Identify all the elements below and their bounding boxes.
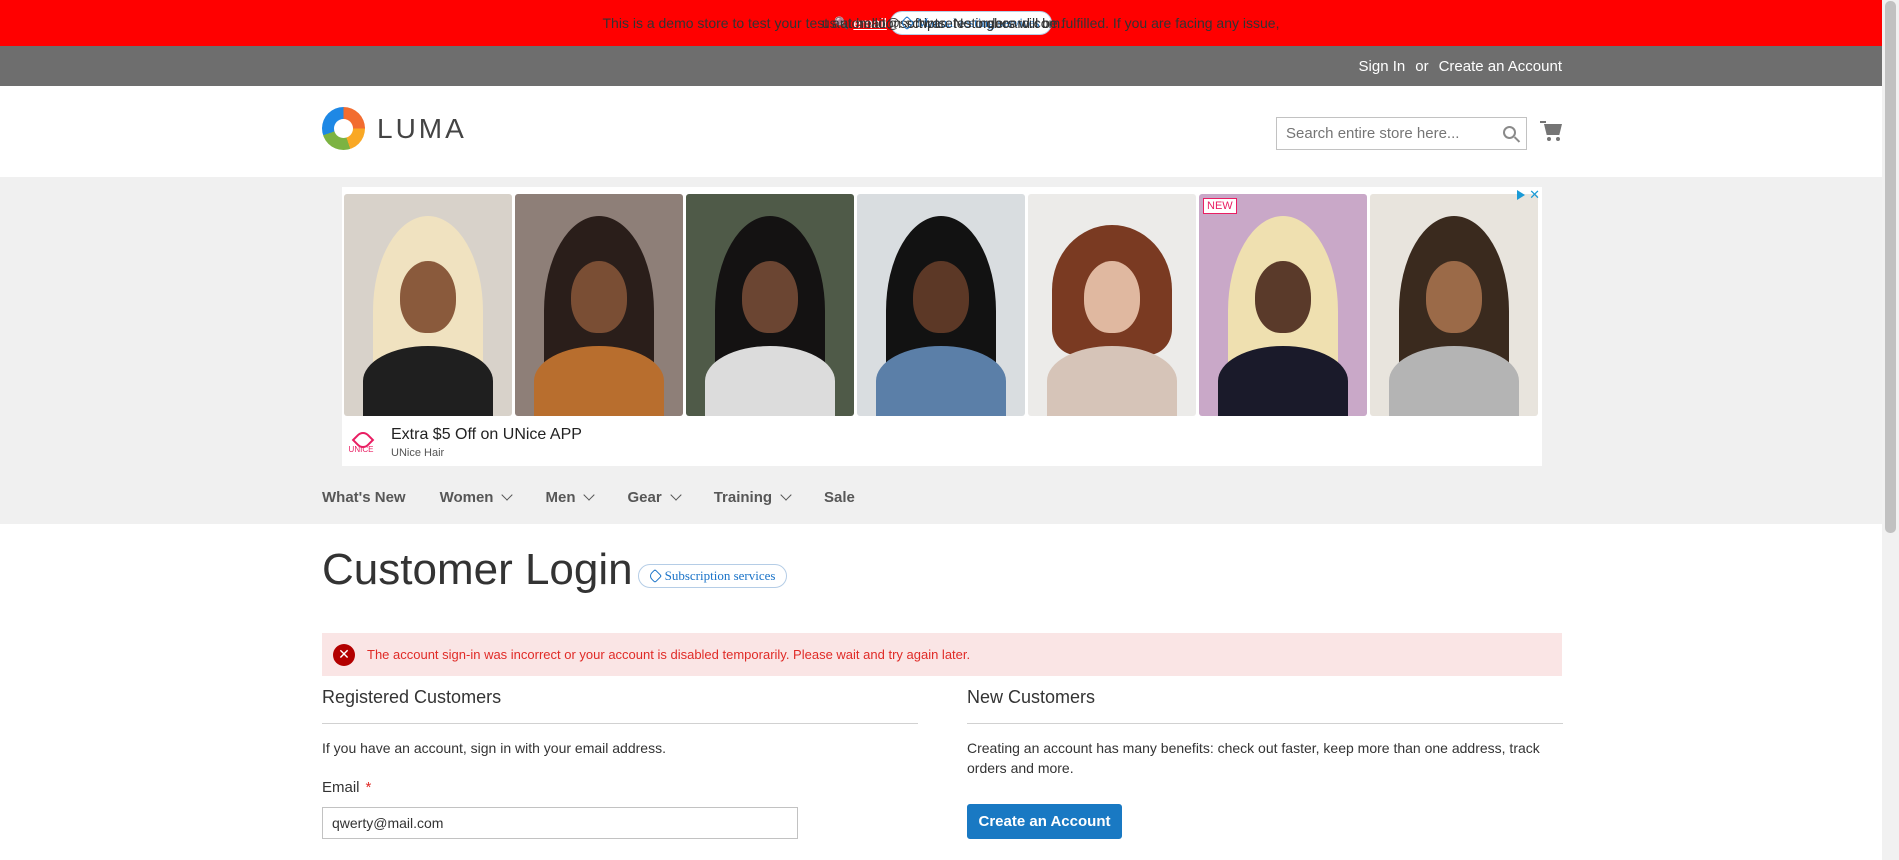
create-account-link[interactable]: Create an Account — [1439, 58, 1562, 75]
advertisement-banner[interactable]: NEW ✕ UNICE Extra $5 Off on UNice APP UN… — [342, 187, 1542, 466]
subscription-services-label: Subscription services — [664, 568, 776, 583]
main-navigation: What's New Women Men Gear Training Sale — [322, 484, 889, 510]
error-message-text: The account sign-in was incorrect or you… — [367, 647, 971, 662]
chevron-down-icon — [780, 489, 792, 501]
luma-logo[interactable]: LUMA — [322, 107, 467, 150]
nav-item-label: Sale — [824, 488, 855, 506]
nav-item-gear[interactable]: Gear — [627, 488, 682, 506]
nav-item-whats-new[interactable]: What's New — [322, 489, 406, 506]
ad-image-5[interactable] — [1028, 194, 1196, 416]
ad-image-3[interactable] — [686, 194, 854, 416]
search-icon[interactable] — [1503, 126, 1516, 139]
header-or-text: or — [1415, 57, 1429, 75]
ad-advertiser: UNice Hair — [391, 447, 445, 459]
required-asterisk: * — [365, 779, 372, 796]
ad-image-strip: NEW — [344, 194, 1538, 416]
divider — [967, 723, 1563, 724]
navigation-area: NEW ✕ UNICE Extra $5 Off on UNice APP UN… — [0, 177, 1882, 524]
header-links: Sign In or Create an Account — [1359, 46, 1562, 86]
unice-logo: UNICE — [348, 430, 374, 456]
luma-logo-icon — [322, 107, 365, 150]
ad-close-icon[interactable]: ✕ — [1529, 187, 1540, 203]
nav-item-women[interactable]: Women — [439, 488, 514, 506]
tag-icon — [647, 568, 662, 584]
divider — [322, 723, 918, 724]
new-customers-text: Creating an account has many benefits: c… — [967, 740, 1540, 776]
demo-notice-email: us at hello@softwaretestingboard.com. — [821, 15, 1065, 31]
nav-item-label: Gear — [627, 488, 662, 506]
chevron-down-icon — [583, 489, 596, 501]
luma-logo-text: LUMA — [377, 112, 467, 144]
shopping-cart-icon[interactable] — [1540, 119, 1564, 143]
error-message: ✕ The account sign-in was incorrect or y… — [322, 633, 1562, 676]
ad-image-6[interactable]: NEW — [1199, 194, 1367, 416]
registered-customers-title: Registered Customers — [322, 687, 502, 707]
ad-choices[interactable]: ✕ — [1517, 187, 1540, 203]
nav-item-label: Women — [439, 488, 494, 506]
nav-item-sale[interactable]: Sale — [824, 489, 855, 506]
search-box — [1276, 117, 1527, 150]
chevron-down-icon — [501, 489, 514, 501]
chevron-down-icon — [670, 489, 682, 501]
nav-item-label: Training — [713, 488, 773, 506]
subscription-services-pill[interactable]: Subscription services — [637, 564, 788, 588]
ad-image-2[interactable] — [515, 194, 683, 416]
page-scrollbar[interactable] — [1882, 0, 1899, 860]
error-icon: ✕ — [333, 643, 355, 666]
nav-item-label: What's New — [322, 488, 406, 506]
top-header-bar: Sign In or Create an Account — [0, 46, 1882, 86]
ad-headline[interactable]: Extra $5 Off on UNice APP — [391, 426, 582, 444]
page-title: Customer Login — [322, 545, 633, 594]
demo-notice-banner: This is a demo store to test your test a… — [0, 0, 1882, 46]
new-badge: NEW — [1203, 198, 1237, 214]
search-input[interactable] — [1277, 118, 1487, 149]
nav-item-training[interactable]: Training — [713, 488, 792, 506]
email-field[interactable] — [322, 807, 798, 839]
sign-in-link[interactable]: Sign In — [1359, 58, 1406, 75]
email-label: Email * — [322, 779, 371, 796]
new-customers-title: New Customers — [967, 687, 1096, 707]
nav-item-label: Men — [545, 488, 576, 506]
scrollbar-thumb[interactable] — [1885, 1, 1896, 533]
adchoices-icon[interactable] — [1517, 190, 1526, 200]
ad-image-1[interactable] — [344, 194, 512, 416]
ad-image-7[interactable] — [1370, 194, 1538, 416]
page-title-wrapper: Customer Login Subscription services — [322, 545, 788, 595]
nav-item-men[interactable]: Men — [545, 488, 596, 506]
email-label-text: Email — [322, 779, 360, 796]
registered-customers-intro: If you have an account, sign in with you… — [322, 740, 666, 756]
create-account-button[interactable]: Create an Account — [967, 804, 1122, 839]
header-content: LUMA — [0, 86, 1882, 177]
ad-image-4[interactable] — [857, 194, 1025, 416]
